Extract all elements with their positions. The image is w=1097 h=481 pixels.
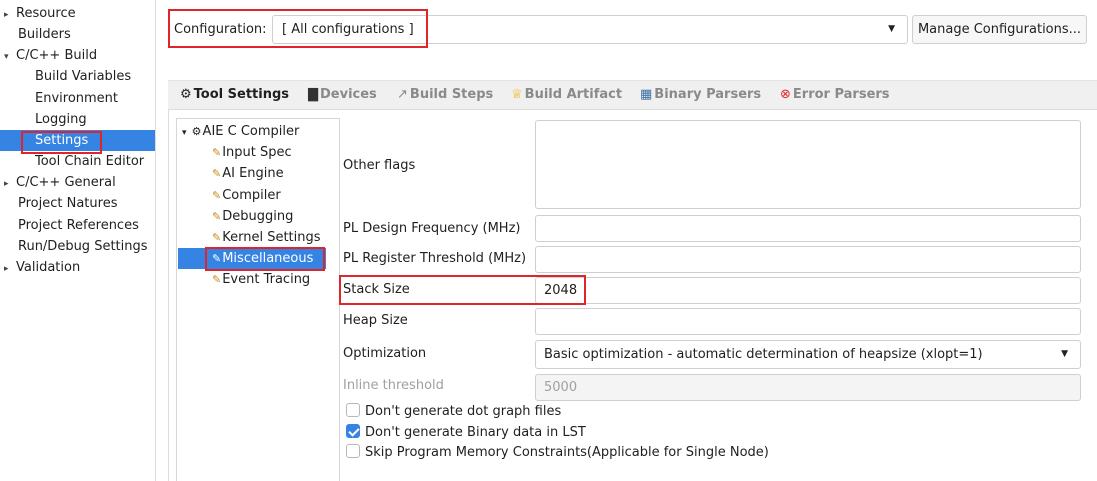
checkbox-checked-icon[interactable] (346, 424, 360, 438)
inline-threshold-label: Inline threshold (343, 378, 444, 393)
properties-nav-tree: ▸ Resource Builders ▾ C/C++ Build Build Va… (0, 0, 156, 481)
build-steps-icon: ↗ (397, 87, 408, 102)
nav-item-resource[interactable]: ▸ Resource (4, 3, 76, 24)
nav-item-project-natures[interactable]: Project Natures (18, 193, 117, 214)
stack-size-input[interactable]: 2048 (535, 277, 1081, 304)
expand-arrow-icon[interactable]: ▸ (4, 259, 16, 280)
configuration-select[interactable]: [ All configurations ] ▼ (272, 15, 908, 44)
option-category-icon: ✎ (212, 189, 222, 202)
stack-size-label: Stack Size (343, 282, 410, 297)
manage-configurations-button[interactable]: Manage Configurations... (912, 15, 1087, 44)
collapse-arrow-icon[interactable]: ▾ (4, 47, 16, 68)
nav-item-cpp-build[interactable]: ▾ C/C++ Build (4, 45, 97, 66)
heap-size-input[interactable] (535, 308, 1081, 335)
nav-item-tool-chain-editor[interactable]: Tool Chain Editor (35, 151, 144, 172)
pl-register-threshold-input[interactable] (535, 246, 1081, 273)
nav-item-run-debug-settings[interactable]: Run/Debug Settings (18, 236, 148, 257)
expand-arrow-icon[interactable]: ▸ (4, 174, 16, 195)
tab-build-artifact[interactable]: ♕ Build Artifact (511, 86, 622, 104)
other-flags-textarea[interactable] (535, 120, 1081, 209)
configuration-label: Configuration: (174, 22, 267, 37)
configuration-value: [ All configurations ] (282, 22, 414, 37)
tool-item-kernel-settings[interactable]: ✎Kernel Settings (212, 227, 321, 248)
pl-design-frequency-label: PL Design Frequency (MHz) (343, 221, 521, 236)
nav-item-cpp-general[interactable]: ▸ C/C++ General (4, 172, 116, 193)
tab-build-steps[interactable]: ↗ Build Steps (397, 86, 493, 104)
option-category-icon: ✎ (212, 167, 222, 180)
other-flags-label: Other flags (343, 158, 416, 173)
expand-arrow-icon[interactable]: ▸ (4, 5, 16, 26)
option-category-icon: ✎ (212, 146, 222, 159)
nav-item-logging[interactable]: Logging (35, 109, 87, 130)
checkbox-no-binary-lst[interactable]: Don't generate Binary data in LST (346, 423, 586, 443)
nav-item-validation[interactable]: ▸ Validation (4, 257, 80, 278)
tool-item-event-tracing[interactable]: ✎Event Tracing (212, 269, 310, 290)
tab-binary-parsers[interactable]: ▦ Binary Parsers (640, 86, 761, 104)
dropdown-caret-icon: ▼ (1061, 349, 1068, 359)
trophy-icon: ♕ (511, 87, 523, 102)
pl-design-frequency-input[interactable] (535, 215, 1081, 242)
inline-threshold-input: 5000 (535, 374, 1081, 401)
option-category-icon: ✎ (212, 210, 222, 223)
tool-item-compiler[interactable]: ✎Compiler (212, 185, 281, 206)
option-category-icon: ✎ (212, 231, 222, 244)
tool-item-input-spec[interactable]: ✎Input Spec (212, 142, 292, 163)
nav-item-project-references[interactable]: Project References (18, 215, 139, 236)
optimization-label: Optimization (343, 346, 427, 361)
gear-icon: ⚙ (191, 125, 202, 138)
checkbox-unchecked-icon[interactable] (346, 444, 360, 458)
collapse-arrow-icon[interactable]: ▾ (182, 123, 187, 144)
option-category-icon: ✎ (212, 273, 222, 286)
tool-item-miscellaneous[interactable]: ✎Miscellaneous (178, 248, 326, 269)
binary-icon: ▦ (640, 87, 653, 102)
tab-devices[interactable]: ▇ Devices (308, 86, 377, 104)
heap-size-label: Heap Size (343, 313, 408, 328)
gear-icon: ⚙ (180, 87, 192, 102)
nav-item-settings[interactable]: Settings (0, 130, 155, 151)
dropdown-caret-icon: ▼ (888, 24, 895, 34)
tool-item-debugging[interactable]: ✎Debugging (212, 206, 293, 227)
tab-error-parsers[interactable]: ⊗ Error Parsers (780, 86, 890, 104)
nav-item-build-variables[interactable]: Build Variables (35, 66, 131, 87)
tab-tool-settings[interactable]: ⚙ Tool Settings (180, 86, 289, 104)
optimization-value: Basic optimization - automatic determina… (544, 347, 983, 362)
error-icon: ⊗ (780, 87, 791, 102)
device-icon: ▇ (308, 87, 318, 102)
optimization-select[interactable]: Basic optimization - automatic determina… (535, 340, 1081, 369)
tool-item-ai-engine[interactable]: ✎AI Engine (212, 163, 284, 184)
tool-item-aie-c-compiler[interactable]: ▾ ⚙AIE C Compiler (182, 121, 299, 142)
nav-item-builders[interactable]: Builders (18, 24, 71, 45)
option-category-icon: ✎ (212, 252, 222, 265)
pl-register-threshold-label: PL Register Threshold (MHz) (343, 251, 527, 266)
checkbox-unchecked-icon[interactable] (346, 403, 360, 417)
checkbox-no-dot-graph[interactable]: Don't generate dot graph files (346, 402, 561, 422)
checkbox-skip-program-memory-constraints[interactable]: Skip Program Memory Constraints(Applicab… (346, 443, 769, 463)
nav-item-environment[interactable]: Environment (35, 88, 118, 109)
